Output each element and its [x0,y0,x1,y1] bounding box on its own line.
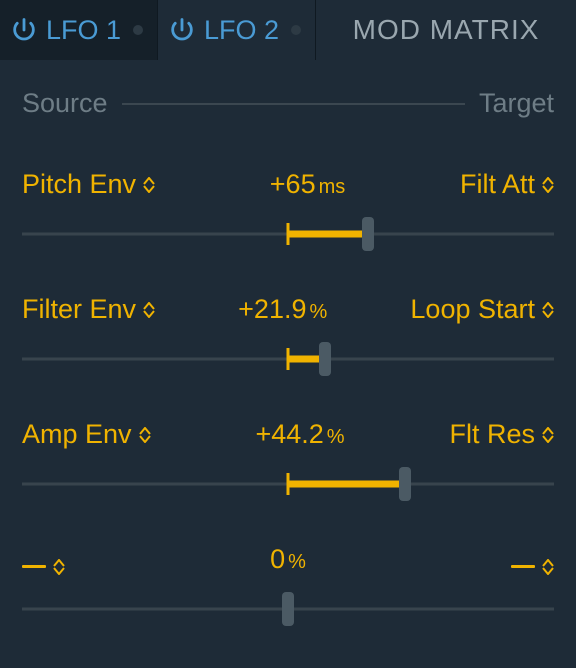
target-value: Loop Start [410,294,535,325]
slider-thumb[interactable] [319,342,331,376]
power-icon[interactable] [168,16,196,44]
amount-slider[interactable] [22,339,554,379]
source-picker[interactable]: Filter Env [22,294,155,325]
power-icon[interactable] [10,16,38,44]
updown-caret-icon [53,559,65,575]
source-value: Pitch Env [22,169,136,200]
amount-slider[interactable] [22,464,554,504]
activity-dot-icon [291,25,301,35]
source-value: Amp Env [22,419,132,450]
empty-dash-icon [22,565,46,568]
slider-fill [288,231,368,238]
mod-row: Amp Env+44.2%Flt Res [22,379,554,504]
amount-unit: % [309,301,327,323]
source-label: Source [22,88,108,119]
amount-number: +65 [270,169,316,199]
amount-number: +44.2 [255,419,323,449]
amount-unit: % [288,551,306,573]
slider-thumb[interactable] [362,217,374,251]
source-picker[interactable]: Amp Env [22,419,151,450]
slider-fill [288,481,405,488]
source-picker[interactable]: Pitch Env [22,169,155,200]
source-picker[interactable] [22,559,65,575]
amount-unit: ms [319,176,346,198]
amount-value[interactable]: +21.9% [155,294,410,325]
updown-caret-icon [542,427,554,443]
amount-unit: % [327,426,345,448]
amount-value[interactable]: +65ms [155,169,460,200]
target-picker[interactable]: Loop Start [410,294,554,325]
amount-value[interactable]: +44.2% [151,419,450,450]
target-picker[interactable]: Flt Res [449,419,554,450]
target-label: Target [479,88,554,119]
mod-rows: Pitch Env+65msFilt AttFilter Env+21.9%Lo… [0,129,576,629]
tab-mod-matrix-label: MOD MATRIX [353,14,540,46]
slider-thumb[interactable] [282,592,294,626]
target-picker[interactable] [511,559,554,575]
mod-row: Filter Env+21.9%Loop Start [22,254,554,379]
updown-caret-icon [143,177,155,193]
updown-caret-icon [143,302,155,318]
amount-slider[interactable] [22,589,554,629]
source-value: Filter Env [22,294,136,325]
amount-value[interactable]: 0% [65,544,511,575]
updown-caret-icon [542,559,554,575]
amount-slider[interactable] [22,214,554,254]
updown-caret-icon [542,177,554,193]
updown-caret-icon [139,427,151,443]
target-picker[interactable]: Filt Att [460,169,554,200]
updown-caret-icon [542,302,554,318]
target-value: Flt Res [449,419,535,450]
source-target-header: Source Target [0,60,576,129]
tab-mod-matrix[interactable]: MOD MATRIX [316,0,576,60]
tab-lfo2-label: LFO 2 [204,15,279,46]
tab-lfo2[interactable]: LFO 2 [158,0,316,60]
slider-thumb[interactable] [399,467,411,501]
activity-dot-icon [133,25,143,35]
amount-number: +21.9 [238,294,306,324]
tab-lfo1-label: LFO 1 [46,15,121,46]
empty-dash-icon [511,565,535,568]
header-divider [122,103,465,105]
amount-number: 0 [270,544,285,574]
mod-row: Pitch Env+65msFilt Att [22,129,554,254]
tab-lfo1[interactable]: LFO 1 [0,0,158,60]
mod-row: 0% [22,504,554,629]
tab-strip: LFO 1 LFO 2 MOD MATRIX [0,0,576,60]
target-value: Filt Att [460,169,535,200]
